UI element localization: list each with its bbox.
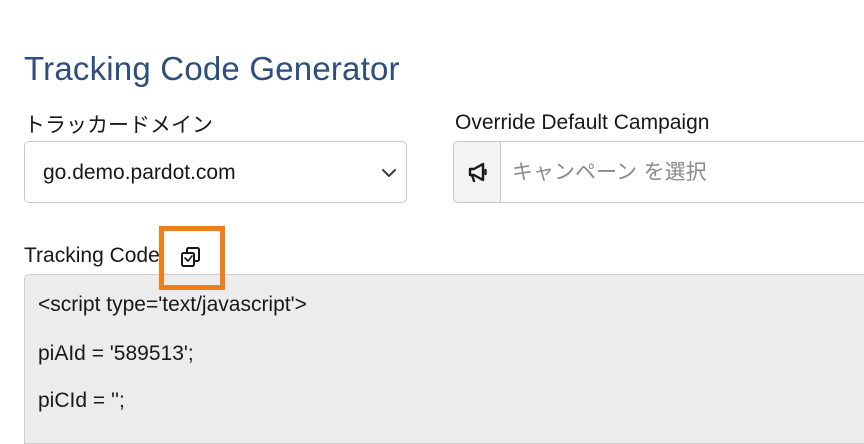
code-line: piAId = '589513'; — [38, 342, 194, 365]
campaign-lookup — [453, 141, 864, 203]
megaphone-icon — [468, 162, 487, 183]
code-line: <script type='text/javascript'> — [38, 293, 307, 316]
tracker-domain-selected-value: go.demo.pardot.com — [43, 161, 236, 184]
campaign-search-input[interactable] — [501, 142, 863, 202]
page-title: Tracking Code Generator — [24, 50, 400, 87]
copy-icon — [181, 247, 200, 267]
tracker-domain-select[interactable]: go.demo.pardot.com — [24, 141, 407, 203]
override-campaign-label: Override Default Campaign — [455, 111, 710, 134]
code-line: piCId = ''; — [38, 389, 125, 412]
campaign-lookup-prefix — [454, 142, 501, 202]
tracker-domain-label: トラッカードメイン — [24, 114, 213, 137]
tracking-code-label: Tracking Code — [24, 244, 160, 267]
copy-button[interactable] — [176, 243, 206, 271]
tracking-code-textarea[interactable]: <script type='text/javascript'> piAId = … — [24, 274, 864, 444]
chevron-down-icon — [382, 169, 396, 177]
